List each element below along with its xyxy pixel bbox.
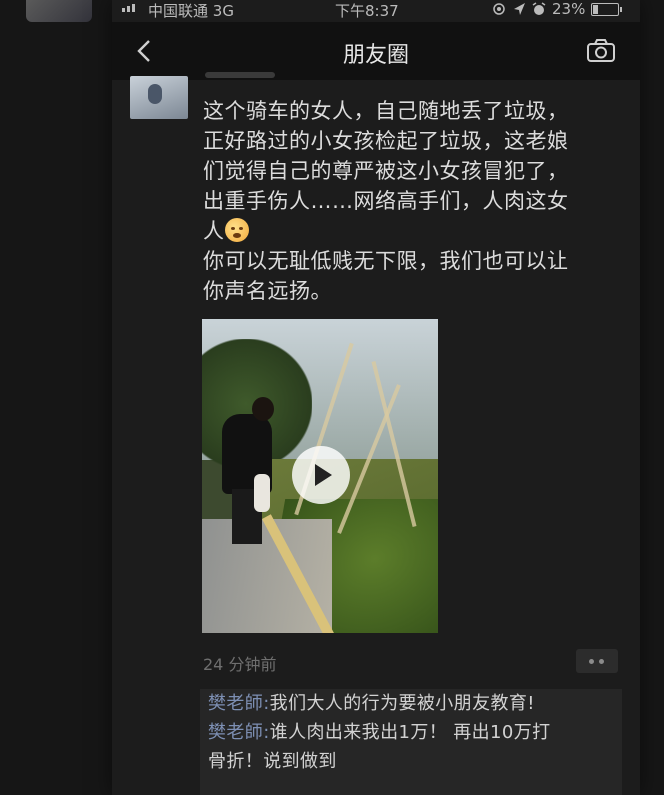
nav-bar: 朋友圈 <box>112 22 640 80</box>
comment-continuation: 骨折！说到做到 <box>200 747 622 776</box>
page-title: 朋友圈 <box>342 43 409 68</box>
comment-author[interactable]: 樊老師: <box>208 722 270 743</box>
alarm-icon <box>532 2 546 15</box>
more-options-button[interactable] <box>576 649 618 673</box>
play-button-icon[interactable] <box>292 446 350 504</box>
status-bar: 中国联通 3G 下午8:37 23% <box>112 0 640 20</box>
video-person-head <box>252 397 274 421</box>
video-thumbnail-corner <box>26 0 92 22</box>
video-road <box>202 519 332 633</box>
post-timestamp: 24 分钟前 <box>203 655 277 674</box>
comments-section: 樊老師:我们大人的行为要被小朋友教育! 樊老師:谁人肉出来我出1万！ 再出10万… <box>200 689 622 795</box>
comment[interactable]: 樊老師:我们大人的行为要被小朋友教育! <box>200 689 622 718</box>
video-girl <box>254 474 270 512</box>
comment-text: 骨折！说到做到 <box>208 751 337 772</box>
post-line: 你声名远扬。 <box>203 279 332 303</box>
post-line: 这个骑车的女人，自己随地丢了垃圾， <box>203 99 569 123</box>
camera-icon[interactable] <box>586 39 616 63</box>
battery-percent: 23% <box>552 0 586 18</box>
post-line: 人 <box>203 219 225 243</box>
username-partial <box>205 72 275 78</box>
post-text: 这个骑车的女人，自己随地丢了垃圾， 正好路过的小女孩检起了垃圾，这老娘 们觉得自… <box>203 96 623 306</box>
clock: 下午8:37 <box>335 2 399 20</box>
comment[interactable]: 樊老師:谁人肉出来我出1万！ 再出10万打 <box>200 718 622 747</box>
post-line: 你可以无耻低贱无下限，我们也可以让 <box>203 249 569 273</box>
comment-text: 谁人肉出来我出1万！ 再出10万打 <box>269 722 551 743</box>
weary-face-emoji-icon <box>224 218 249 242</box>
carrier-label: 中国联通 3G <box>148 2 234 20</box>
comment-author[interactable]: 樊老師: <box>208 693 270 714</box>
post-line: 正好路过的小女孩检起了垃圾，这老娘 <box>203 129 569 153</box>
battery-fill <box>593 4 599 14</box>
post-line: 们觉得自己的尊严被这小女孩冒犯了， <box>203 159 569 183</box>
location-icon <box>514 3 525 15</box>
comment-partial <box>200 776 622 795</box>
status-icons: 23% <box>492 0 623 18</box>
battery-icon <box>591 2 623 16</box>
video-thumbnail[interactable] <box>202 319 438 633</box>
post-line-with-emoji: 人 <box>203 216 623 246</box>
post-line: 出重手伤人……网络高手们，人肉这女 <box>203 189 569 213</box>
signal-icon <box>122 4 135 12</box>
avatar[interactable] <box>130 76 188 119</box>
comment-text: 我们大人的行为要被小朋友教育! <box>269 693 535 714</box>
screen-lock-icon <box>493 3 505 15</box>
